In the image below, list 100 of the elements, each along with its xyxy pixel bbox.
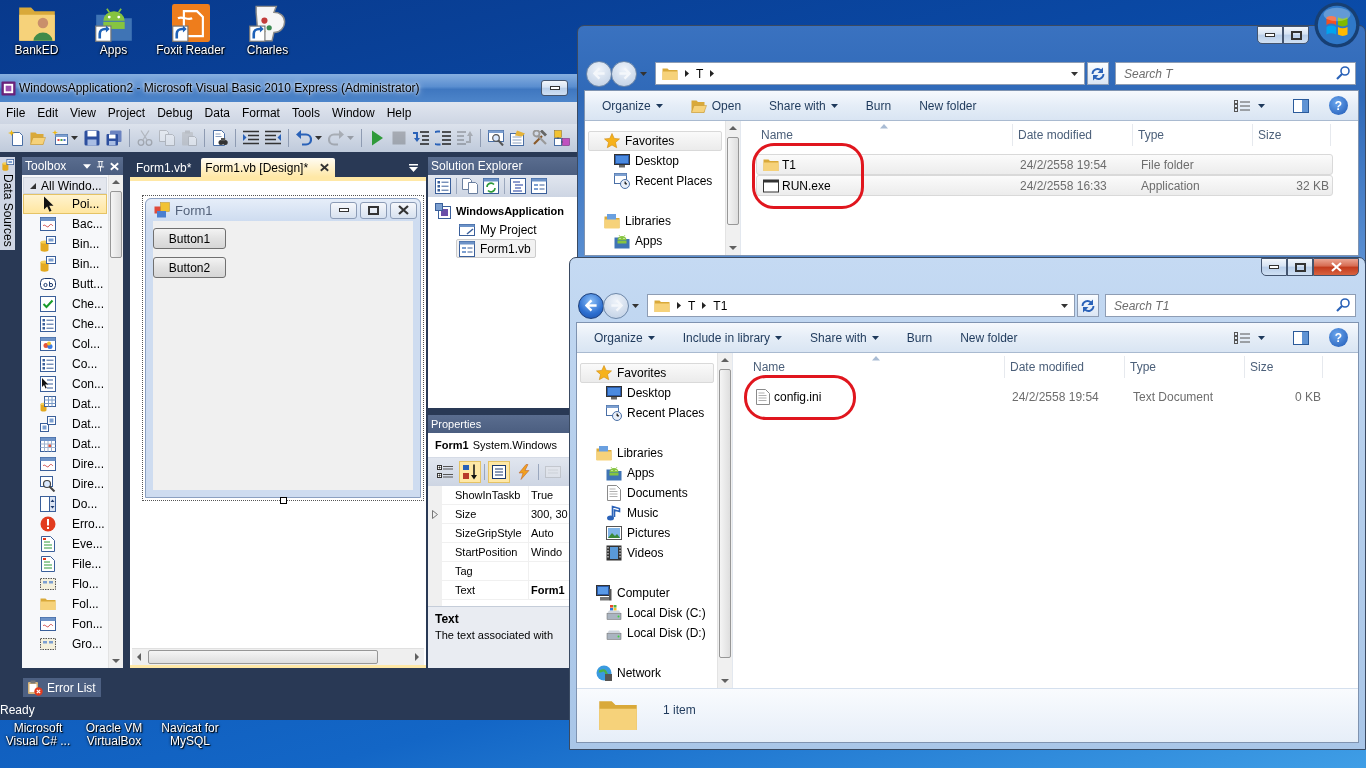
view-list-icon[interactable] bbox=[1234, 99, 1250, 112]
back-button[interactable] bbox=[578, 292, 604, 319]
property-name[interactable]: Text bbox=[442, 581, 529, 599]
nav-item[interactable]: Recent Places bbox=[580, 403, 714, 423]
toolbox-item[interactable]: Butt... bbox=[23, 274, 107, 294]
undo-arrow-icon[interactable] bbox=[296, 130, 312, 146]
view-list-icon[interactable] bbox=[1234, 331, 1250, 344]
toolbox-group[interactable]: All Windo... bbox=[23, 177, 107, 194]
document-binoculars-icon[interactable] bbox=[212, 130, 228, 146]
toolbox-item[interactable]: Bin... bbox=[23, 254, 107, 274]
property-name[interactable]: StartPosition bbox=[442, 543, 529, 561]
preview-pane-icon[interactable] bbox=[1293, 98, 1309, 113]
menu-item[interactable]: Edit bbox=[31, 104, 65, 122]
search-icon[interactable] bbox=[1336, 298, 1350, 312]
toolbox-item[interactable]: Fol... bbox=[23, 594, 107, 614]
toolbox-item[interactable]: Dat... bbox=[23, 394, 107, 414]
menu-item[interactable]: File bbox=[0, 104, 32, 122]
form-icon[interactable] bbox=[531, 178, 547, 194]
document-tab[interactable]: Form1.vb [Design]* bbox=[201, 158, 336, 177]
nav-item[interactable]: Favorites bbox=[588, 131, 722, 151]
toolbox-item[interactable]: Col... bbox=[23, 334, 107, 354]
code-lines-icon[interactable] bbox=[510, 178, 526, 194]
column-header[interactable]: Date modified bbox=[1013, 124, 1133, 146]
resize-handle[interactable] bbox=[280, 497, 287, 504]
step-into-icon[interactable] bbox=[413, 130, 429, 146]
file-row[interactable]: T1 24/2/2558 19:54 File folder bbox=[756, 154, 1333, 175]
menu-item[interactable]: View bbox=[64, 104, 102, 122]
nav-item[interactable]: Desktop bbox=[580, 383, 714, 403]
toolbox-item[interactable]: Dire... bbox=[23, 454, 107, 474]
nav-item[interactable]: Music bbox=[580, 503, 714, 523]
error-list-tab[interactable]: Error List bbox=[23, 678, 101, 697]
property-value[interactable]: 300, 30 bbox=[531, 508, 568, 520]
minimize-button[interactable] bbox=[330, 201, 357, 219]
pin-icon[interactable] bbox=[96, 160, 105, 172]
toolbox-item[interactable]: File... bbox=[23, 554, 107, 574]
tree-item[interactable]: Form1.vb bbox=[456, 239, 536, 258]
toolbox-item[interactable]: Bin... bbox=[23, 234, 107, 254]
toolbox-item[interactable]: Eve... bbox=[23, 534, 107, 554]
horizontal-scrollbar[interactable] bbox=[132, 648, 424, 665]
preview-pane-icon[interactable] bbox=[1293, 330, 1309, 345]
column-header[interactable]: Size bbox=[1253, 124, 1331, 146]
icon-label[interactable]: Foxit Reader bbox=[156, 43, 225, 57]
toolbox-item[interactable]: Flo... bbox=[23, 574, 107, 594]
icon-label[interactable]: Charles bbox=[246, 43, 289, 57]
toolbox-item[interactable]: Bac... bbox=[23, 214, 107, 234]
column-header[interactable]: Type bbox=[1125, 356, 1245, 378]
nav-item[interactable]: Apps bbox=[580, 463, 714, 483]
minimize-button[interactable] bbox=[541, 80, 568, 96]
caret-icon[interactable] bbox=[1258, 335, 1265, 340]
menu-item[interactable]: Tools bbox=[285, 104, 326, 122]
property-value[interactable]: True bbox=[531, 489, 554, 501]
maximize-button[interactable] bbox=[360, 201, 387, 219]
nav-item[interactable]: Favorites bbox=[580, 363, 714, 383]
jug-icon[interactable] bbox=[248, 4, 287, 42]
close-icon[interactable] bbox=[320, 163, 330, 172]
command-button[interactable]: New folder bbox=[951, 325, 1027, 350]
card-icon[interactable] bbox=[510, 130, 526, 146]
toolbox-item[interactable]: Che... bbox=[23, 314, 107, 334]
icon-label[interactable]: BankED bbox=[14, 43, 59, 57]
close-button[interactable] bbox=[390, 201, 417, 219]
command-button[interactable]: Open bbox=[681, 93, 751, 118]
icon-label[interactable]: Microsoft Visual C# ... bbox=[0, 722, 76, 748]
vertical-scrollbar[interactable] bbox=[108, 175, 123, 668]
magnifier-window-icon[interactable] bbox=[488, 130, 504, 146]
breadcrumb-segment[interactable]: T bbox=[688, 298, 696, 313]
command-button[interactable]: Organize bbox=[585, 325, 664, 350]
indent-lines-icon[interactable] bbox=[243, 130, 259, 146]
command-button[interactable]: Share with bbox=[760, 93, 847, 118]
icon-label[interactable]: Apps bbox=[99, 43, 128, 57]
command-button[interactable]: Organize bbox=[593, 93, 672, 118]
nav-item[interactable]: Computer bbox=[580, 583, 714, 603]
nav-item[interactable]: Local Disk (D:) bbox=[580, 623, 714, 643]
list-icon[interactable] bbox=[435, 178, 451, 194]
icon-label[interactable]: Oracle VM VirtualBox bbox=[76, 722, 152, 748]
property-name[interactable]: SizeGripStyle bbox=[442, 524, 529, 542]
column-header[interactable]: Name bbox=[748, 356, 1005, 378]
toolbox-item[interactable]: Poi... bbox=[23, 194, 107, 214]
app-icon[interactable] bbox=[1, 80, 16, 96]
menu-item[interactable]: Window bbox=[325, 104, 381, 122]
step-over-icon[interactable] bbox=[435, 130, 451, 146]
copy-icon[interactable] bbox=[462, 178, 478, 194]
menu-item[interactable]: Help bbox=[380, 104, 418, 122]
vertical-scrollbar[interactable] bbox=[725, 121, 740, 255]
toolbox-item[interactable]: Con... bbox=[23, 374, 107, 394]
caret-icon[interactable] bbox=[83, 163, 91, 169]
column-header[interactable]: Name bbox=[756, 124, 1013, 146]
caret-icon[interactable] bbox=[1258, 103, 1265, 108]
property-value[interactable]: Auto bbox=[531, 527, 554, 539]
toolbox-item[interactable]: Dat... bbox=[23, 414, 107, 434]
toolbox-item[interactable]: Co... bbox=[23, 354, 107, 374]
search-field[interactable]: Search T1 bbox=[1105, 294, 1356, 317]
toolbox-item[interactable]: Fon... bbox=[23, 614, 107, 634]
menu-item[interactable]: Data bbox=[198, 104, 236, 122]
property-name[interactable]: Tag bbox=[442, 562, 529, 580]
caret-icon[interactable] bbox=[1061, 303, 1068, 308]
refresh-button[interactable] bbox=[1077, 294, 1099, 317]
document-sparkle-icon[interactable] bbox=[8, 130, 24, 146]
nav-item[interactable]: Network bbox=[580, 663, 714, 683]
nav-item[interactable]: Documents bbox=[580, 483, 714, 503]
command-button[interactable]: Burn bbox=[897, 325, 942, 350]
